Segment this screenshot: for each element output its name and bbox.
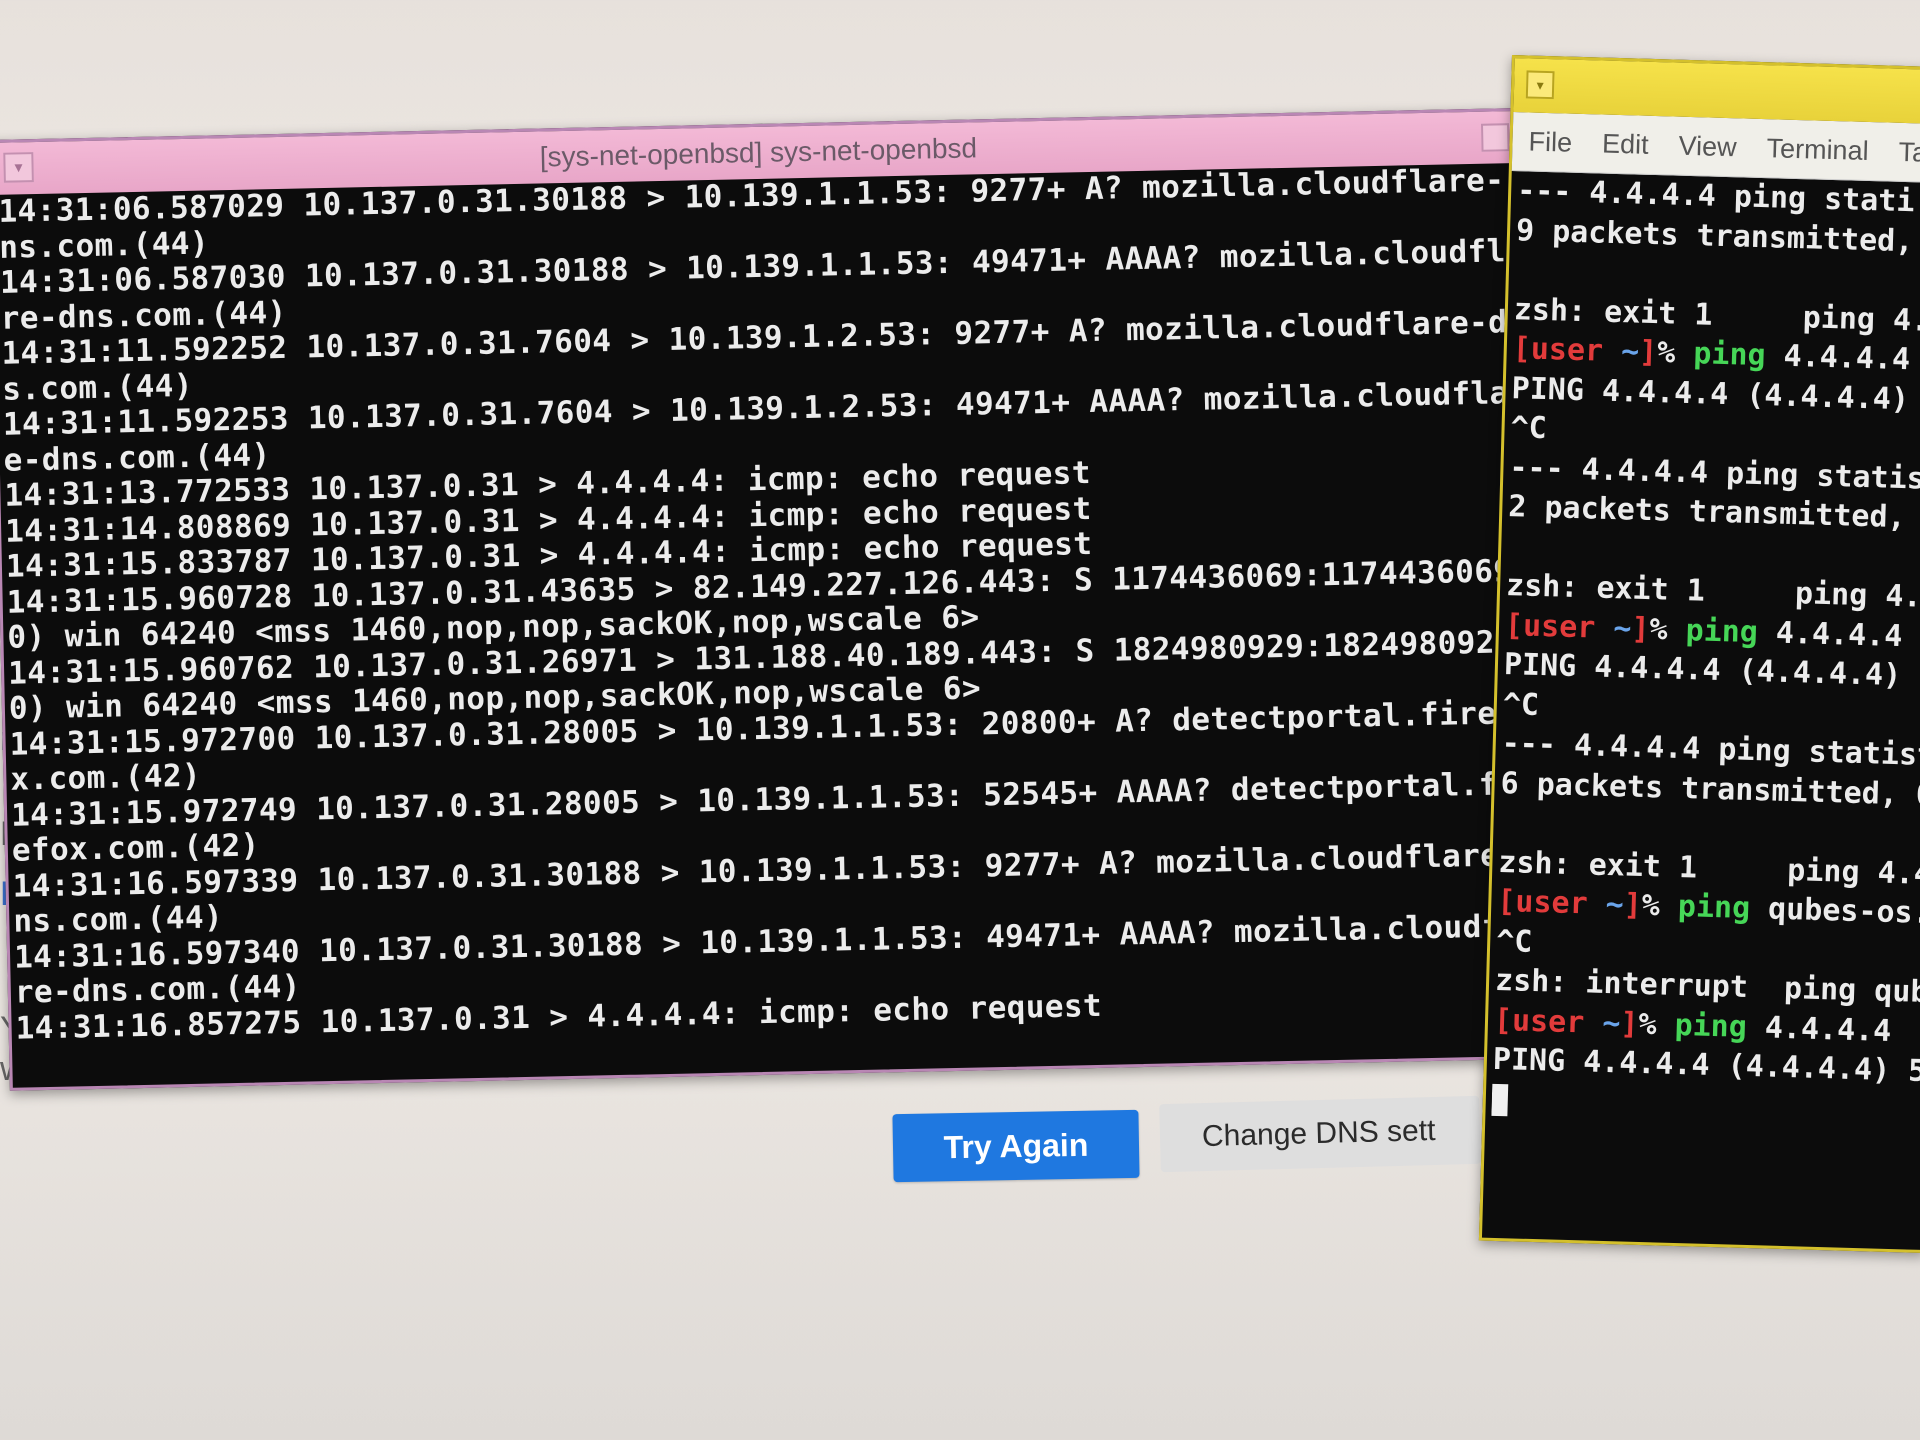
prompt-bracket-open: [ xyxy=(1504,607,1524,644)
prompt-args: 4.4.4.4 xyxy=(1775,615,1903,654)
menu-edit[interactable]: Edit xyxy=(1602,128,1649,160)
prompt-symbol: % xyxy=(1641,887,1679,924)
menu-view[interactable]: View xyxy=(1678,130,1737,163)
prompt-bracket-open: [ xyxy=(1493,1002,1513,1038)
terminal-output[interactable]: 14:31:06.587029 10.137.0.31.30188 > 10.1… xyxy=(0,163,1542,1083)
prompt-command: ping xyxy=(1674,1007,1748,1045)
prompt-cwd: ~ xyxy=(1605,886,1625,923)
window-title: [sys-net-openbsd] sys-net-openbsd xyxy=(539,132,978,173)
prompt-symbol: % xyxy=(1649,611,1687,648)
prompt-command: ping xyxy=(1692,336,1767,374)
prompt-args: 4.4.4.4 xyxy=(1783,338,1911,378)
window-menu-icon[interactable]: ▾ xyxy=(3,152,34,183)
prompt-args: 4.4.4.4 xyxy=(1764,1009,1892,1049)
prompt-cwd: ~ xyxy=(1612,610,1632,647)
maximize-icon[interactable] xyxy=(1480,123,1510,152)
prompt-cwd: ~ xyxy=(1620,334,1640,370)
prompt-symbol: % xyxy=(1638,1006,1676,1043)
prompt-user: user xyxy=(1522,608,1596,646)
window-menu-icon[interactable]: ▾ xyxy=(1525,70,1555,100)
prompt-symbol: % xyxy=(1656,335,1694,372)
prompt-cwd: ~ xyxy=(1601,1005,1621,1041)
prompt-command: ping xyxy=(1677,888,1751,926)
menu-file[interactable]: File xyxy=(1528,126,1572,158)
prompt-bracket-close: ] xyxy=(1619,1005,1639,1042)
prompt-bracket-open: [ xyxy=(1496,883,1516,920)
tcpdump-terminal-window[interactable]: ▾ [sys-net-openbsd] sys-net-openbsd 14:3… xyxy=(0,107,1546,1091)
prompt-user: user xyxy=(1511,1002,1585,1040)
prompt-user: user xyxy=(1530,331,1604,369)
ping-terminal-window[interactable]: ▾ [r File Edit View Terminal Ta --- 4.4.… xyxy=(1478,55,1920,1253)
change-dns-settings-button[interactable]: Change DNS sett xyxy=(1159,1095,1481,1173)
prompt-bracket-close: ] xyxy=(1630,611,1651,647)
try-again-button[interactable]: Try Again xyxy=(892,1109,1140,1183)
menu-tabs[interactable]: Ta xyxy=(1898,136,1920,168)
prompt-command: ping xyxy=(1685,612,1759,650)
text-cursor xyxy=(1491,1083,1509,1117)
prompt-args: qubes-os.o xyxy=(1767,891,1920,932)
prompt-user: user xyxy=(1514,884,1589,922)
menu-terminal[interactable]: Terminal xyxy=(1766,133,1869,167)
prompt-bracket-close: ] xyxy=(1623,887,1643,923)
terminal-output[interactable]: --- 4.4.4.4 ping stati 9 packets transmit… xyxy=(1482,171,1920,1243)
prompt-bracket-close: ] xyxy=(1638,334,1658,371)
prompt-bracket-open: [ xyxy=(1512,331,1532,367)
